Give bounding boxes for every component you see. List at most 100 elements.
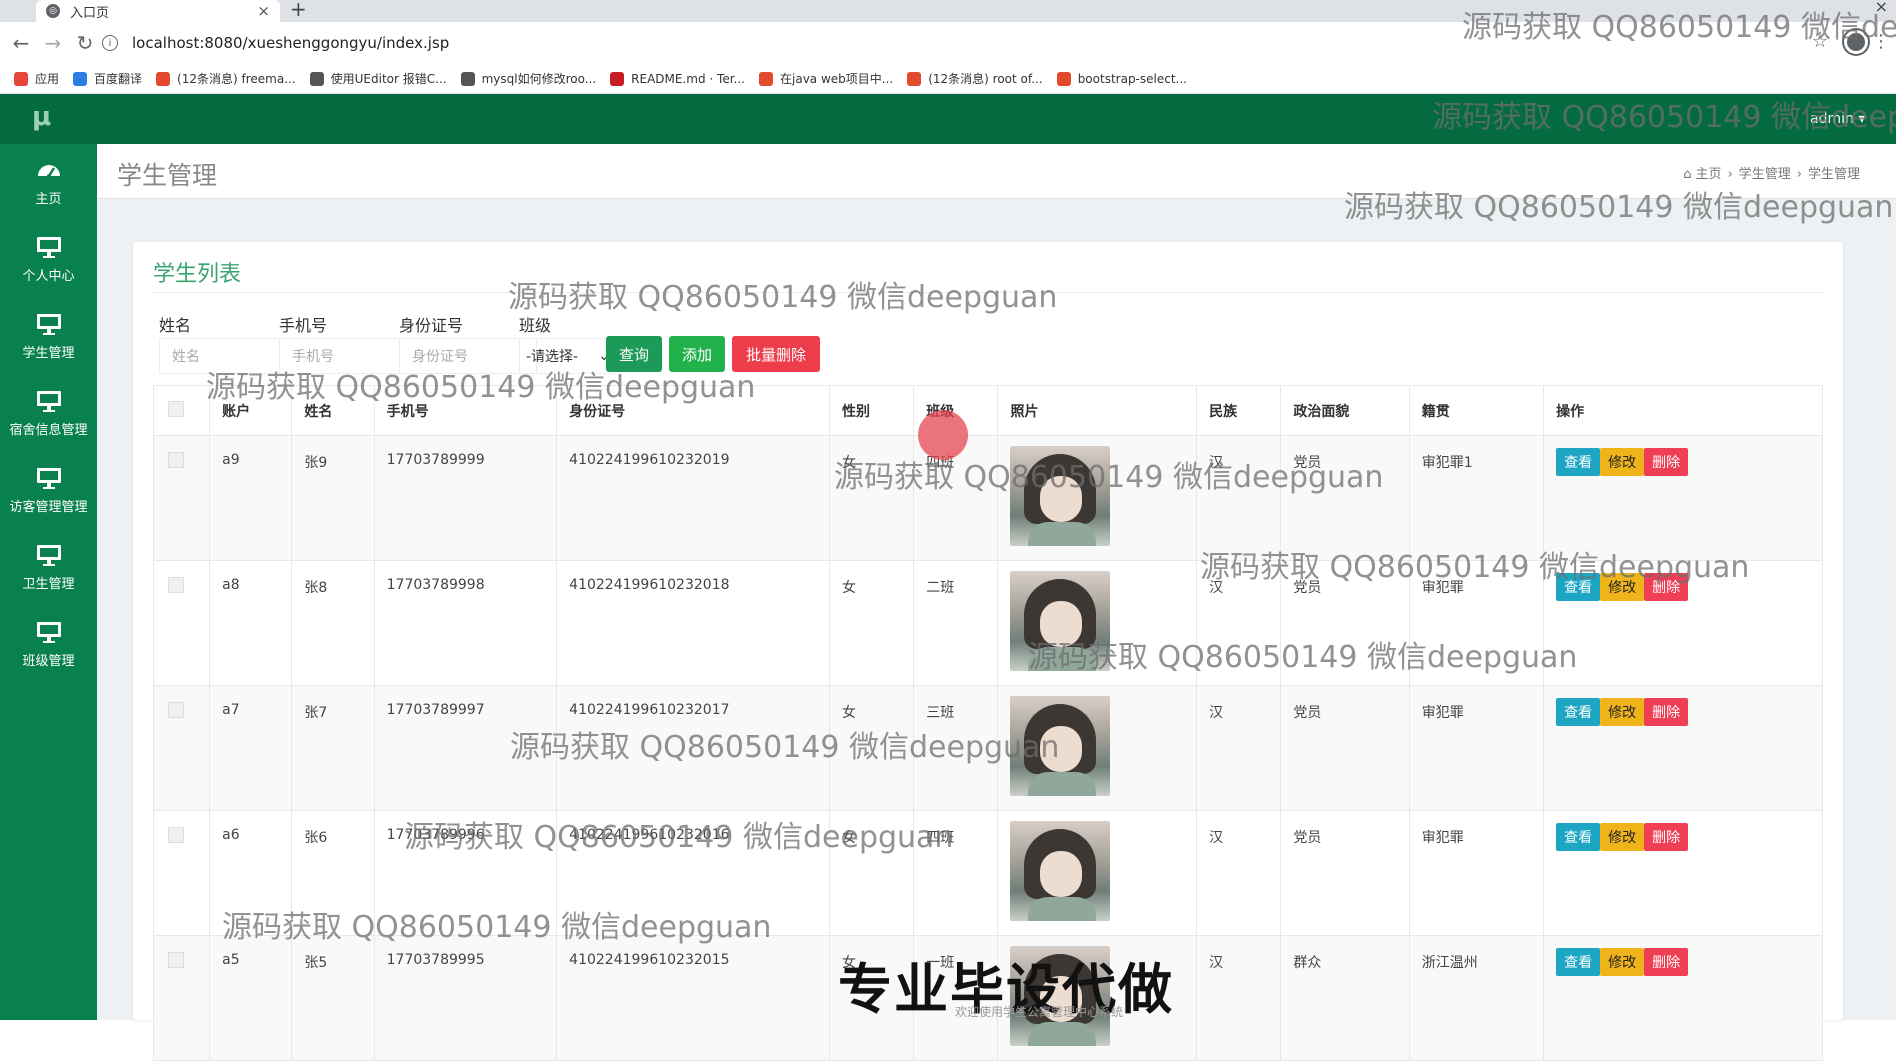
row-select-cell — [152, 560, 211, 686]
delete-button[interactable]: 删除 — [1644, 448, 1689, 476]
cell-account: a8 — [209, 560, 293, 686]
view-button[interactable]: 查看 — [1556, 448, 1601, 476]
bookmark-item[interactable]: (12条消息) freema... — [156, 70, 296, 87]
row-checkbox[interactable] — [168, 452, 184, 468]
bird-icon — [460, 71, 475, 86]
bookmark-item[interactable]: bootstrap-select... — [1056, 71, 1187, 86]
bookmark-label: mysql如何修改roo... — [481, 72, 597, 86]
delete-button[interactable]: 删除 — [1644, 823, 1689, 851]
query-button[interactable]: 查询 — [606, 336, 662, 372]
student-photo — [1010, 571, 1111, 671]
bookmark-label: 使用UEditor 报错C... — [330, 72, 447, 86]
delete-button[interactable]: 删除 — [1644, 573, 1689, 601]
bookmark-item[interactable]: README.md · Ter... — [610, 71, 745, 86]
select-all-checkbox[interactable] — [168, 400, 184, 417]
bird-icon — [309, 71, 324, 86]
view-button[interactable]: 查看 — [1556, 573, 1601, 601]
bookmark-item[interactable]: 应用 — [14, 70, 59, 87]
cell-account: a7 — [209, 685, 293, 811]
sidebar-item[interactable]: 个人中心 — [0, 229, 97, 305]
close-tab-icon[interactable]: × — [257, 2, 270, 20]
column-header: 操作 — [1543, 385, 1823, 436]
csdn-icon — [156, 71, 171, 86]
csdn-icon — [907, 71, 922, 86]
cell-name: 张6 — [291, 810, 375, 936]
bookmark-item[interactable]: (12条消息) root of... — [907, 70, 1043, 87]
monitor-icon — [36, 237, 61, 258]
bookmark-item[interactable]: 使用UEditor 报错C... — [309, 70, 447, 87]
sidebar-item[interactable]: 卫生管理 — [0, 537, 97, 613]
browser-tab[interactable]: ◎ 入口页 × — [36, 0, 280, 22]
cell-political: 党员 — [1280, 810, 1410, 936]
row-checkbox[interactable] — [168, 827, 184, 843]
id-search-input[interactable]: 身份证号 — [399, 338, 537, 374]
sidebar-item[interactable]: 学生管理 — [0, 306, 97, 382]
batch-delete-button[interactable]: 批量删除 — [732, 336, 820, 372]
class-select-value: -请选择- — [526, 349, 579, 365]
view-button[interactable]: 查看 — [1556, 823, 1601, 851]
sidebar-item[interactable]: 宿舍信息管理 — [0, 383, 97, 459]
new-tab-icon[interactable]: + — [290, 0, 307, 21]
delete-button[interactable]: 删除 — [1644, 698, 1689, 726]
cell-nation: 汉 — [1196, 560, 1282, 686]
table-row[interactable]: a6 张6 17703789996 410224199610232016 女四班 汉党员审… — [152, 810, 1823, 936]
bookmark-label: README.md · Ter... — [631, 71, 745, 86]
bookmark-star-icon[interactable]: ☆ — [1812, 31, 1828, 52]
edit-button[interactable]: 修改 — [1600, 448, 1645, 476]
delete-button[interactable]: 删除 — [1644, 948, 1689, 976]
class-select[interactable]: -请选择- ⌄ — [519, 338, 617, 374]
sidebar-item-label: 个人中心 — [22, 269, 75, 284]
monitor-icon — [36, 391, 61, 412]
account-icon[interactable] — [1844, 30, 1868, 54]
row-checkbox[interactable] — [168, 577, 184, 593]
monitor-icon — [36, 545, 61, 566]
name-search-input[interactable]: 姓名 — [159, 338, 297, 374]
bookmark-item[interactable]: 百度翻译 — [73, 70, 142, 87]
back-icon[interactable]: ← — [10, 31, 32, 55]
row-checkbox[interactable] — [168, 952, 184, 968]
phone-search-input[interactable]: 手机号 — [279, 338, 417, 374]
monitor-icon — [36, 622, 61, 643]
add-button[interactable]: 添加 — [669, 336, 725, 372]
cell-idno: 410224199610232016 — [556, 810, 830, 936]
bookmark-item[interactable]: mysql如何修改roo... — [460, 70, 597, 87]
reload-icon[interactable]: ↻ — [74, 31, 96, 55]
cell-phone: 17703789996 — [373, 810, 558, 936]
breadcrumb-home[interactable]: 主页 — [1696, 167, 1722, 182]
sidebar: 主页个人中心学生管理 宿舍信息管理访客管理管理卫生管理 班级管理 — [0, 144, 97, 1020]
cell-phone: 17703789998 — [373, 560, 558, 686]
sidebar-item[interactable]: 班级管理 — [0, 614, 97, 690]
cell-name: 张7 — [291, 685, 375, 811]
more-menu-icon[interactable]: ⋮ — [1872, 31, 1890, 52]
user-menu[interactable]: admin ▾ — [1810, 111, 1865, 127]
table-row[interactable]: a7 张7 17703789997 410224199610232017 女三班 汉党员审… — [152, 685, 1823, 811]
cell-name: 张5 — [291, 935, 375, 1061]
sidebar-item-label: 访客管理管理 — [9, 500, 88, 515]
edit-button[interactable]: 修改 — [1600, 948, 1645, 976]
cell-class: 三班 — [913, 685, 999, 811]
column-header: 政治面貌 — [1280, 385, 1410, 436]
sidebar-item[interactable]: 主页 — [0, 152, 97, 228]
breadcrumb-section[interactable]: 学生管理 — [1739, 167, 1791, 182]
cell-photo — [997, 810, 1198, 936]
sidebar-item[interactable]: 访客管理管理 — [0, 460, 97, 536]
table-row[interactable]: a9 张9 17703789999 410224199610232019 女四班汉党员审… — [152, 435, 1823, 561]
url-field[interactable]: i localhost:8080/xueshenggongyu/index.js… — [102, 28, 1802, 58]
edit-button[interactable]: 修改 — [1600, 698, 1645, 726]
cell-phone: 17703789999 — [373, 435, 558, 561]
class-filter-label: 班级 — [519, 316, 552, 335]
globe-icon: ◎ — [46, 4, 60, 18]
info-icon[interactable]: i — [102, 35, 118, 51]
row-checkbox[interactable] — [168, 702, 184, 718]
bookmark-item[interactable]: 在java web项目中... — [759, 70, 893, 87]
cell-photo — [997, 685, 1198, 811]
window-close-icon[interactable]: × — [1875, 0, 1888, 16]
id-filter-label: 身份证号 — [399, 316, 464, 335]
edit-button[interactable]: 修改 — [1600, 573, 1645, 601]
table-row[interactable]: a8 张8 17703789998 410224199610232018 女二班 汉党员审… — [152, 560, 1823, 686]
view-button[interactable]: 查看 — [1556, 948, 1601, 976]
edit-button[interactable]: 修改 — [1600, 823, 1645, 851]
forward-icon[interactable]: → — [42, 31, 64, 55]
cell-nation: 汉 — [1196, 685, 1282, 811]
view-button[interactable]: 查看 — [1556, 698, 1601, 726]
